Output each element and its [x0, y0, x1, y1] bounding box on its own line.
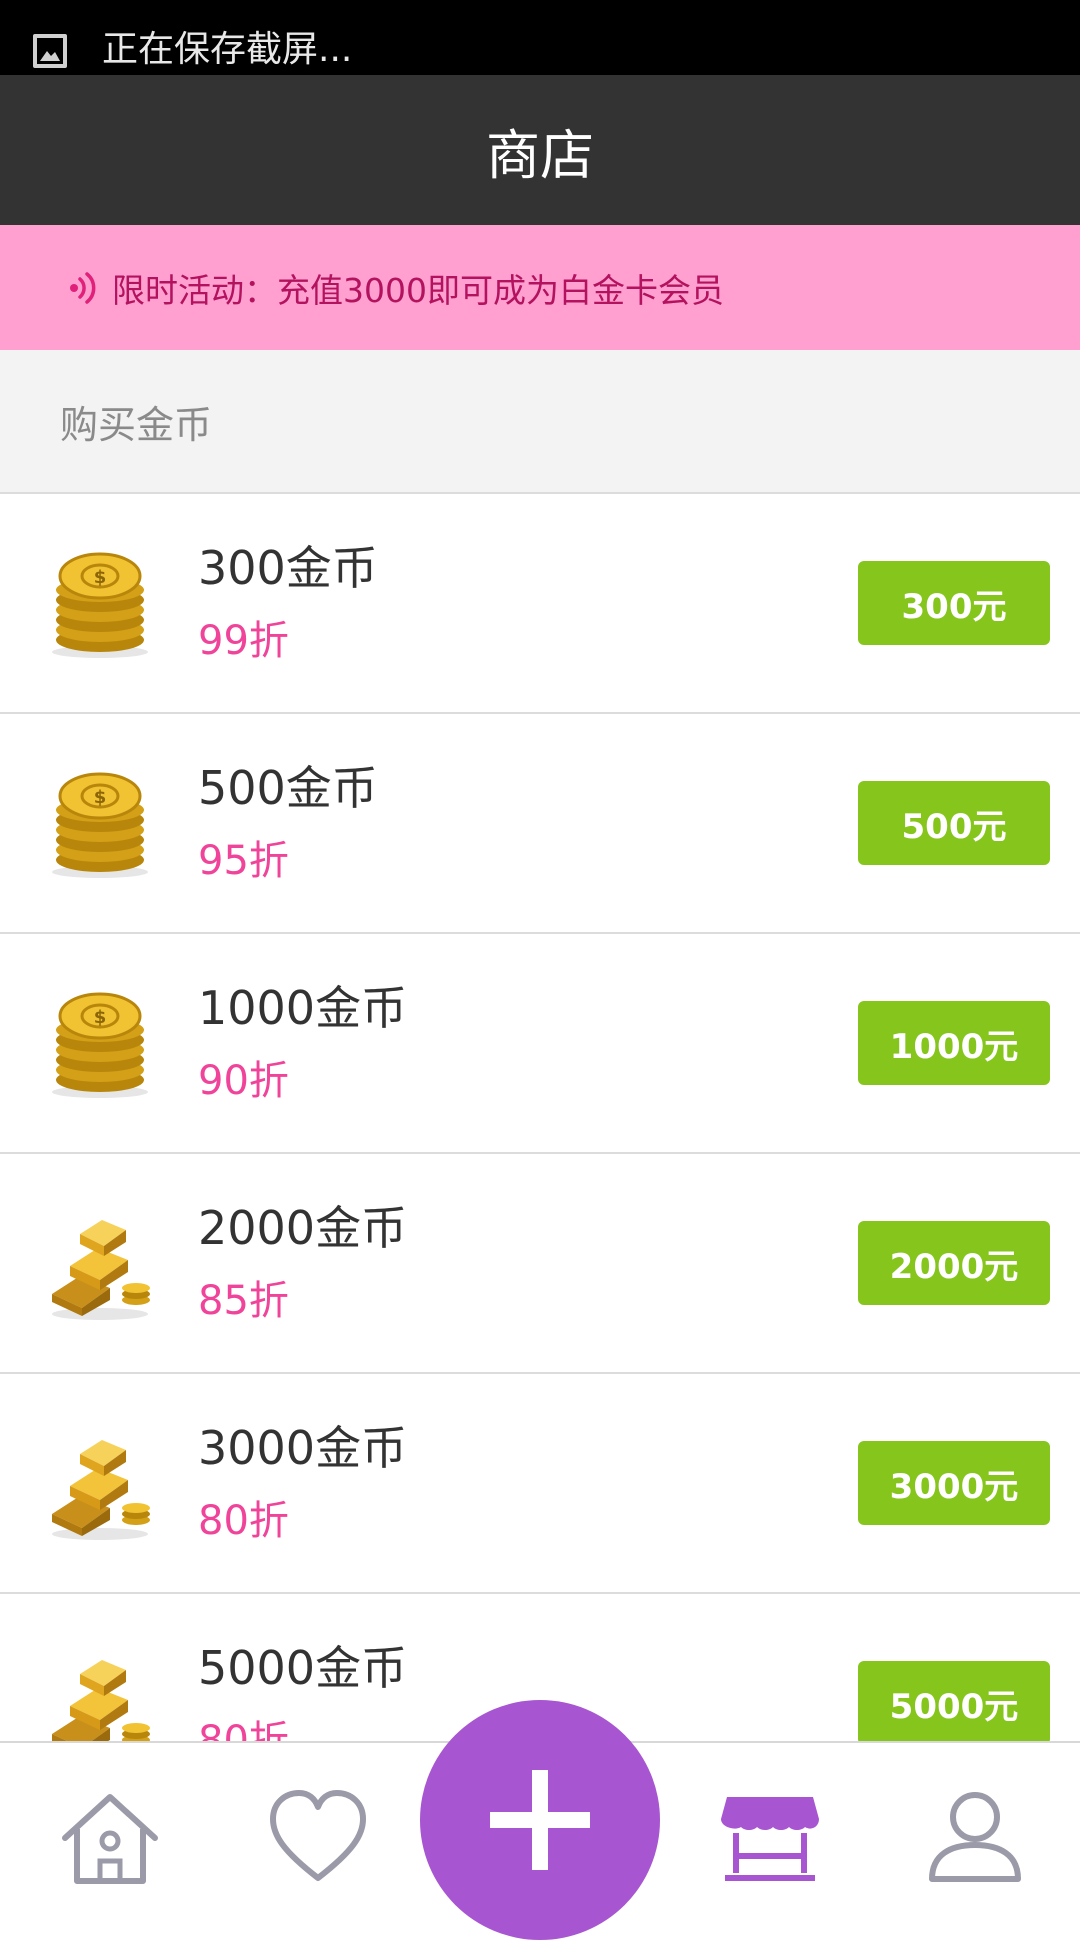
package-discount: 90折: [198, 1058, 289, 1104]
package-name: 1000金币: [198, 981, 408, 1035]
list-item[interactable]: $ 500金币 95折 500元: [0, 714, 1080, 934]
list-item[interactable]: $ 1000金币 90折 1000元: [0, 934, 1080, 1154]
home-icon[interactable]: [55, 1783, 165, 1893]
package-name: 500金币: [198, 761, 378, 815]
plus-icon: [490, 1770, 590, 1870]
app-header: 商店: [0, 75, 1080, 225]
package-name: 2000金币: [198, 1201, 408, 1255]
svg-text:$: $: [94, 567, 107, 588]
gold-bars-icon: [52, 1440, 150, 1540]
list-item[interactable]: $ 300金币 99折 300元: [0, 494, 1080, 714]
section-header: 购买金币: [0, 350, 1080, 494]
buy-price-button[interactable]: 3000元: [858, 1441, 1050, 1525]
package-name: 5000金币: [198, 1641, 408, 1695]
store-icon[interactable]: [715, 1783, 825, 1893]
status-bar: 正在保存截屏...: [0, 0, 1080, 75]
package-discount: 95折: [198, 838, 289, 884]
buy-price-button[interactable]: 1000元: [858, 1001, 1050, 1085]
add-button[interactable]: [420, 1700, 660, 1940]
person-icon[interactable]: [920, 1783, 1030, 1893]
svg-text:$: $: [94, 1007, 107, 1028]
heart-icon[interactable]: [263, 1783, 373, 1893]
buy-price-button[interactable]: 2000元: [858, 1221, 1050, 1305]
coin-stack-icon: $: [52, 772, 148, 878]
package-discount: 80折: [198, 1498, 289, 1544]
coin-package-list: $ 300金币 99折 300元 $ 500金币 95折 500元 $ 1000…: [0, 494, 1080, 1814]
promo-text: 限时活动：充值3000即可成为白金卡会员: [112, 270, 724, 310]
buy-price-button[interactable]: 5000元: [858, 1661, 1050, 1745]
package-name: 300金币: [198, 541, 378, 595]
section-title: 购买金币: [60, 402, 213, 447]
list-item[interactable]: 2000金币 85折 2000元: [0, 1154, 1080, 1374]
page-title: 商店: [486, 123, 594, 187]
coin-stack-icon: $: [52, 552, 148, 658]
list-item[interactable]: 3000金币 80折 3000元: [0, 1374, 1080, 1594]
coin-stack-icon: $: [52, 992, 148, 1098]
buy-price-button[interactable]: 500元: [858, 781, 1050, 865]
package-discount: 99折: [198, 618, 289, 664]
gold-bars-icon: [52, 1220, 150, 1320]
status-notification-text: 正在保存截屏...: [102, 29, 353, 70]
package-name: 3000金币: [198, 1421, 408, 1475]
svg-text:$: $: [94, 787, 107, 808]
promo-banner[interactable]: 限时活动：充值3000即可成为白金卡会员: [0, 225, 1080, 350]
screenshot-image-icon: [33, 34, 67, 68]
buy-price-button[interactable]: 300元: [858, 561, 1050, 645]
broadcast-icon: [70, 271, 96, 304]
package-discount: 85折: [198, 1278, 289, 1324]
